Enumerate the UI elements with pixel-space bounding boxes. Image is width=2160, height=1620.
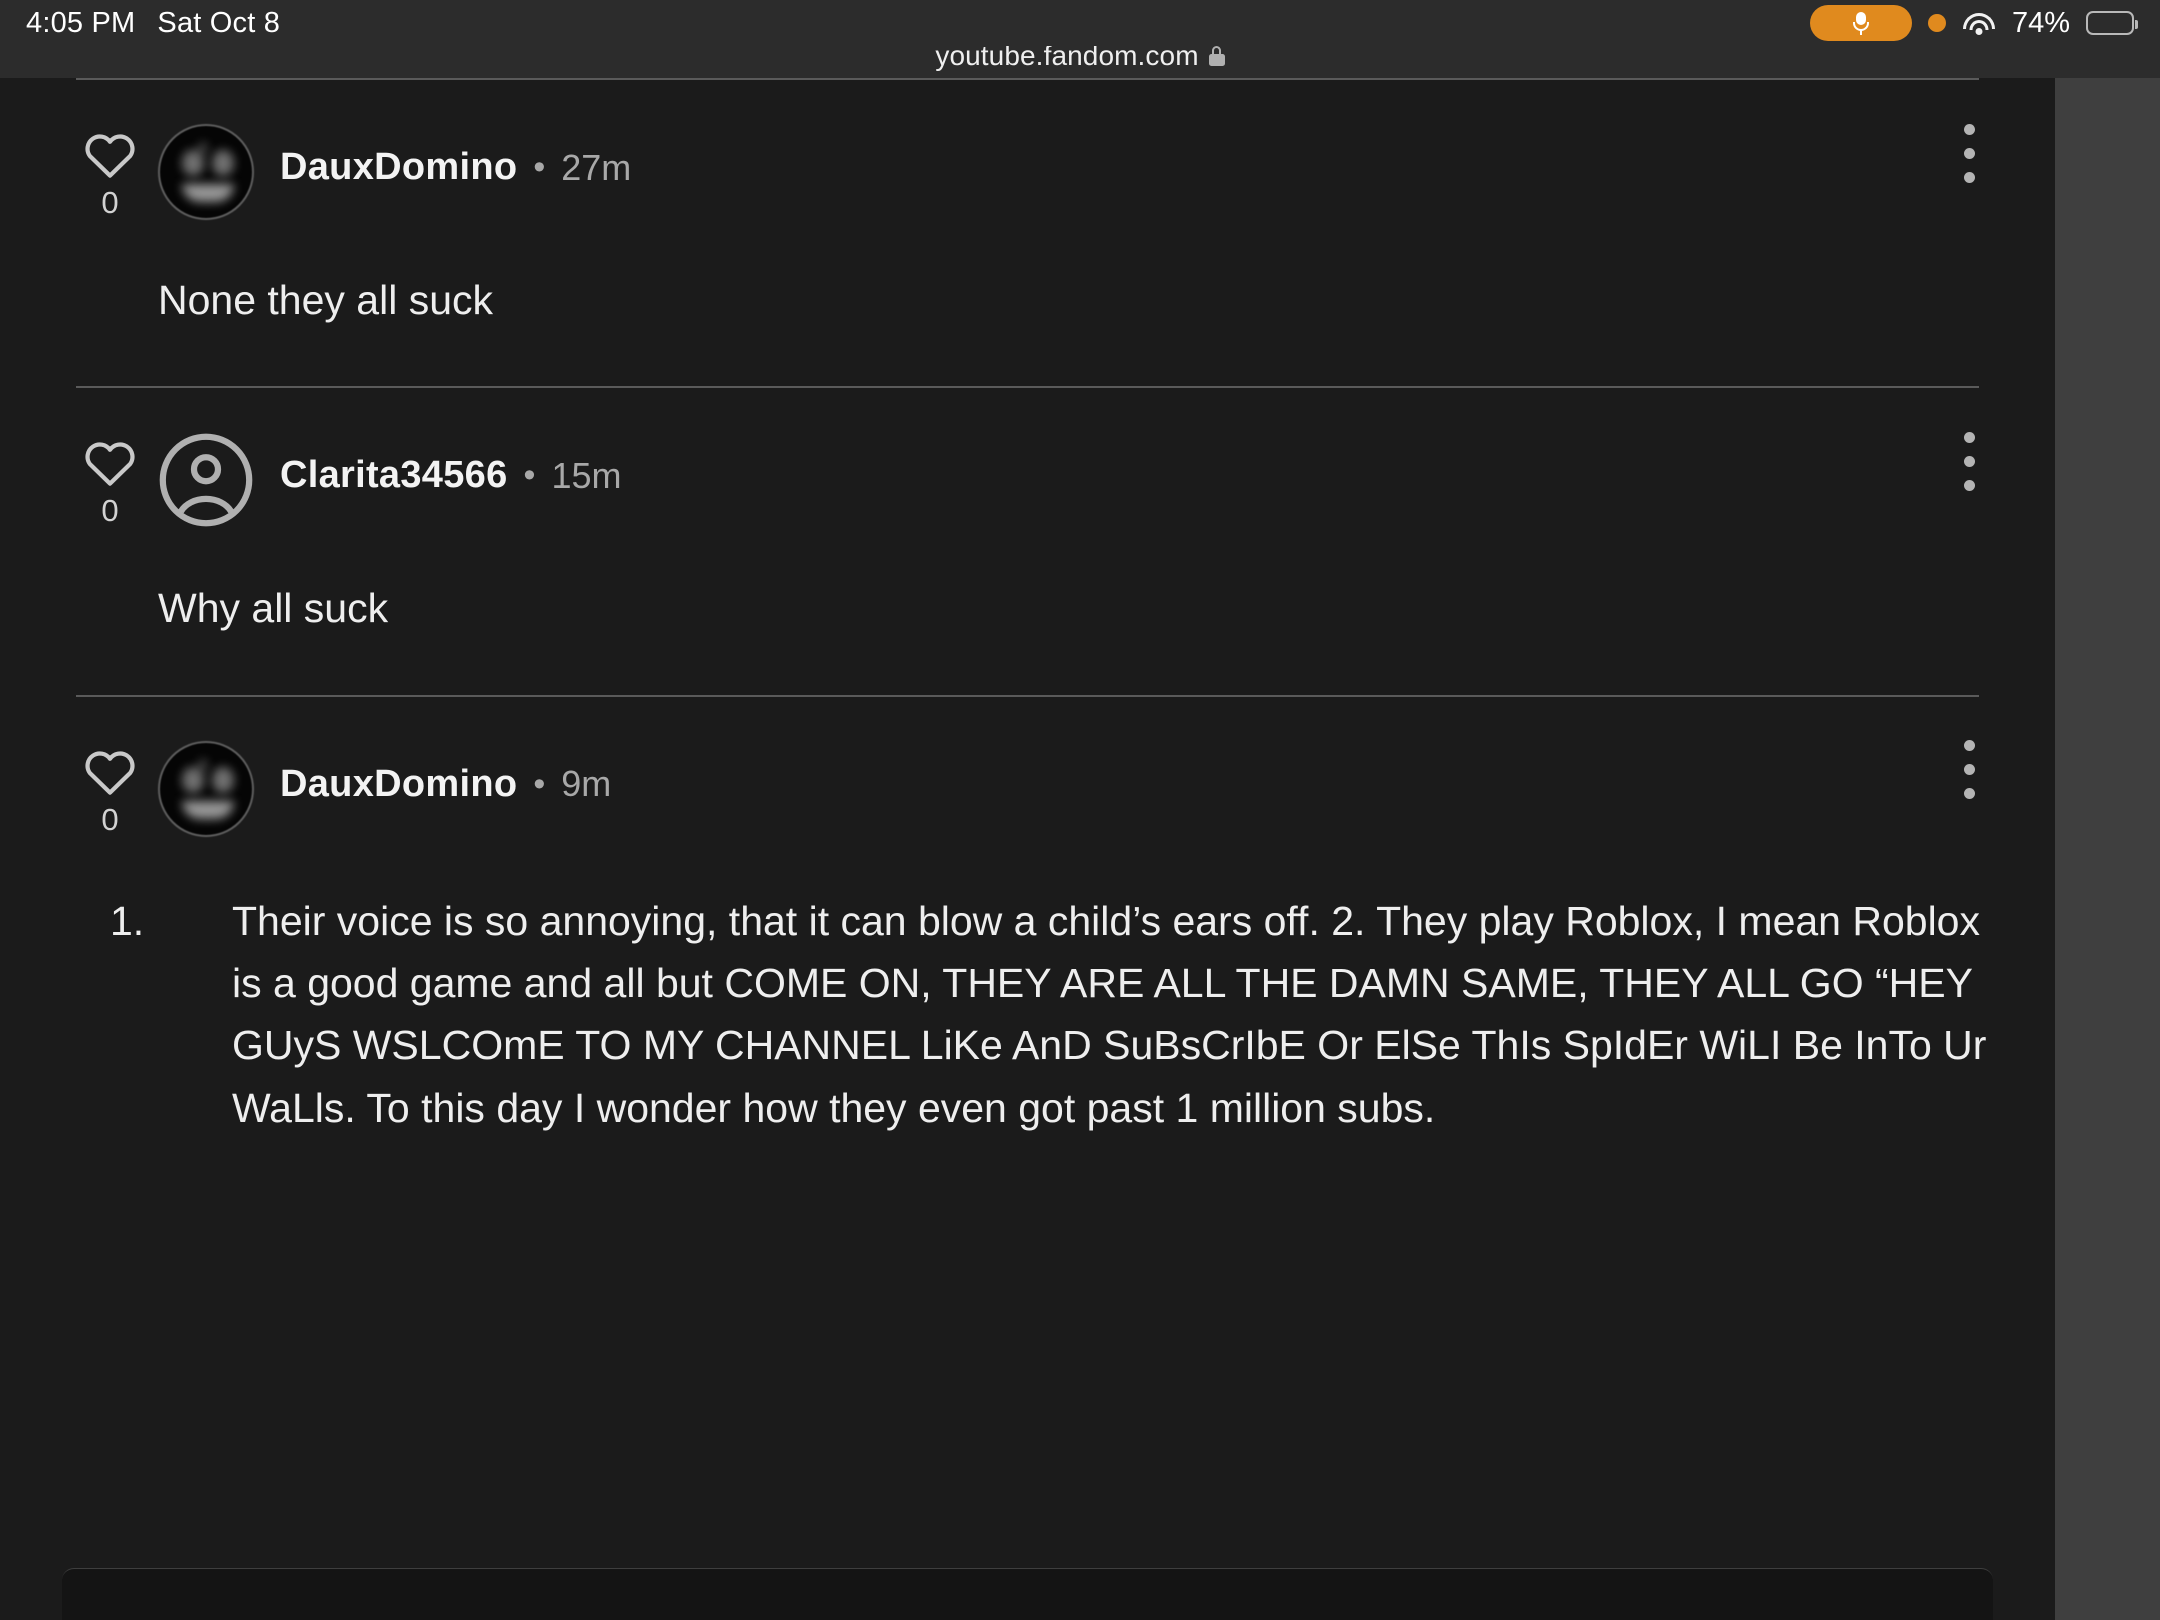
page-right-gutter xyxy=(2055,78,2160,1620)
battery-icon xyxy=(2086,11,2138,35)
avatar[interactable] xyxy=(158,740,254,837)
comment-username[interactable]: DauxDomino xyxy=(280,146,517,189)
more-options-icon[interactable] xyxy=(1941,116,1997,190)
like-control[interactable]: 0 xyxy=(62,124,158,221)
like-control[interactable]: 0 xyxy=(62,432,158,529)
comment-item: 0 DauxDomino • 27m None they all suck xyxy=(62,80,1993,386)
like-count: 0 xyxy=(101,801,119,837)
heart-icon[interactable] xyxy=(83,438,137,487)
list-marker: 1. xyxy=(110,897,145,944)
web-page-content[interactable]: 0 DauxDomino • 27m None they all suck 0 … xyxy=(0,78,2055,1620)
comment-header: 0 DauxDomino • 9m xyxy=(62,697,1993,838)
page-bottom-bar xyxy=(62,1568,1993,1620)
meta-separator: • xyxy=(523,456,536,495)
avatar[interactable] xyxy=(158,124,254,220)
status-date: Sat Oct 8 xyxy=(157,6,281,39)
comment-header: 0 Clarita34566 • 15m xyxy=(62,388,1993,529)
comment-timestamp: 9m xyxy=(561,763,612,805)
like-count: 0 xyxy=(101,185,119,220)
comment-timestamp: 15m xyxy=(551,454,622,496)
meta-separator: • xyxy=(533,764,546,803)
avatar[interactable] xyxy=(158,432,254,528)
comment-body: Their voice is so annoying, that it can … xyxy=(232,897,1987,1131)
ipad-screen: 0 DauxDomino • 27m None they all suck 0 … xyxy=(0,0,2160,1620)
like-count: 0 xyxy=(101,493,119,529)
heart-icon[interactable] xyxy=(83,130,137,179)
comment-item: 0 DauxDomino • 9m 1. Their voice is so a… xyxy=(62,697,1993,1179)
microphone-icon xyxy=(1809,5,1912,41)
more-options-icon[interactable] xyxy=(1941,424,1997,498)
comment-username[interactable]: DauxDomino xyxy=(280,763,517,806)
like-control[interactable]: 0 xyxy=(62,741,158,838)
comment-body: None they all suck xyxy=(158,277,494,323)
comment-meta: Clarita34566 • 15m xyxy=(280,432,621,497)
lock-icon xyxy=(1208,46,1225,66)
status-time: 4:05 PM xyxy=(26,6,136,39)
comment-meta: DauxDomino • 27m xyxy=(280,124,631,189)
orange-indicator-dot xyxy=(1927,14,1946,32)
comment-timestamp: 27m xyxy=(561,146,632,188)
comment-body-list: 1. Their voice is so annoying, that it c… xyxy=(62,838,1993,1179)
wifi-icon xyxy=(1962,11,1996,35)
comment-meta: DauxDomino • 9m xyxy=(280,741,611,806)
battery-percent: 74% xyxy=(2011,6,2070,39)
comment-header: 0 DauxDomino • 27m xyxy=(62,80,1993,221)
heart-icon[interactable] xyxy=(83,747,137,796)
status-bar: 4:05 PM Sat Oct 8 74% xyxy=(0,0,2160,46)
comment-username[interactable]: Clarita34566 xyxy=(280,454,508,497)
meta-separator: • xyxy=(533,148,546,186)
more-options-icon[interactable] xyxy=(1941,733,1997,807)
comment-body: Why all suck xyxy=(158,585,389,632)
comment-item: 0 Clarita34566 • 15m Why all suck xyxy=(62,388,1993,694)
